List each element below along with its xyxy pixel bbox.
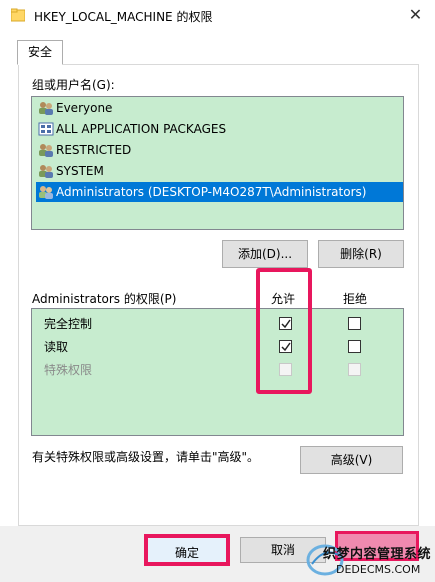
advanced-info-text: 有关特殊权限或高级设置，请单击"高级"。 (32, 450, 260, 464)
list-item-restricted[interactable]: RESTRICTED (36, 140, 400, 160)
deny-column-header: 拒绝 (343, 292, 368, 306)
permission-list: 完全控制 读取 特殊权限 (31, 308, 404, 436)
list-item-everyone[interactable]: Everyone (36, 98, 400, 118)
ok-button[interactable]: 确定 (144, 534, 230, 566)
watermark-url: DEDECMS.COM (336, 563, 421, 576)
read-deny-checkbox[interactable] (348, 340, 361, 353)
permission-row-full-control: 完全控制 (44, 317, 93, 331)
user-group-icon (38, 164, 54, 178)
list-item-system[interactable]: SYSTEM (36, 161, 400, 181)
close-button[interactable]: ✕ (396, 0, 435, 32)
tab-strip-divider (18, 64, 419, 65)
close-icon: ✕ (408, 5, 423, 24)
user-group-icon (38, 185, 54, 199)
users-label: 组或用户名(G): (32, 78, 115, 92)
allow-column-highlight (256, 268, 312, 394)
add-button[interactable]: 添加(D)... (222, 240, 308, 268)
app-package-icon (38, 122, 54, 136)
advanced-button[interactable]: 高级(V) (300, 446, 403, 474)
list-item-administrators[interactable]: Administrators (DESKTOP-M4O287T\Administ… (36, 182, 403, 202)
window-title: HKEY_LOCAL_MACHINE 的权限 (34, 10, 213, 24)
permission-row-special: 特殊权限 (44, 363, 93, 377)
list-item-all-application-packages[interactable]: ALL APPLICATION PACKAGES (36, 119, 400, 139)
user-list[interactable]: Everyone ALL APPLICATION PACKAGES RESTRI… (31, 96, 404, 230)
special-deny-checkbox (348, 363, 361, 376)
permissions-label: Administrators 的权限(P) (32, 292, 177, 306)
user-group-icon (38, 101, 54, 115)
tab-security[interactable]: 安全 (17, 40, 63, 65)
watermark-title: 织梦内容管理系统 (323, 547, 432, 562)
folder-icon (10, 8, 26, 22)
remove-button[interactable]: 删除(R) (318, 240, 404, 268)
full-control-deny-checkbox[interactable] (348, 317, 361, 330)
user-group-icon (38, 143, 54, 157)
permission-row-read: 读取 (44, 340, 69, 354)
